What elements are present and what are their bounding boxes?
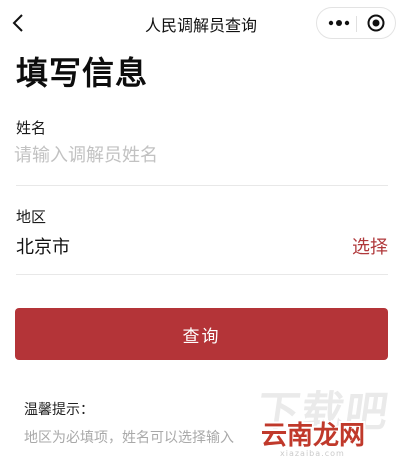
tip-title: 温馨提示： bbox=[24, 402, 94, 418]
more-button[interactable] bbox=[325, 12, 353, 34]
watermark-front: 云南龙网 bbox=[261, 421, 366, 451]
capsule-divider bbox=[356, 16, 357, 32]
name-input[interactable] bbox=[14, 142, 386, 168]
query-button[interactable]: 查询 bbox=[15, 308, 388, 360]
navigation-bar: 人民调解员查询 bbox=[0, 0, 402, 46]
name-label: 姓名 bbox=[16, 119, 47, 137]
more-dots-icon bbox=[328, 20, 350, 26]
page: 人民调解员查询 填写信息 姓名 地区 北京市 选择 查询 温馨提示 bbox=[0, 0, 402, 460]
region-label: 地区 bbox=[16, 208, 47, 226]
region-value: 北京市 bbox=[16, 237, 70, 258]
target-close-icon bbox=[367, 14, 385, 32]
select-region-link[interactable]: 选择 bbox=[352, 233, 388, 259]
close-button[interactable] bbox=[362, 11, 390, 35]
mini-program-capsule bbox=[316, 7, 396, 39]
region-divider bbox=[16, 274, 388, 275]
name-divider bbox=[16, 185, 388, 186]
page-title: 填写信息 bbox=[16, 54, 149, 92]
tip-text: 地区为必填项，姓名可以选择输入 bbox=[24, 430, 234, 446]
